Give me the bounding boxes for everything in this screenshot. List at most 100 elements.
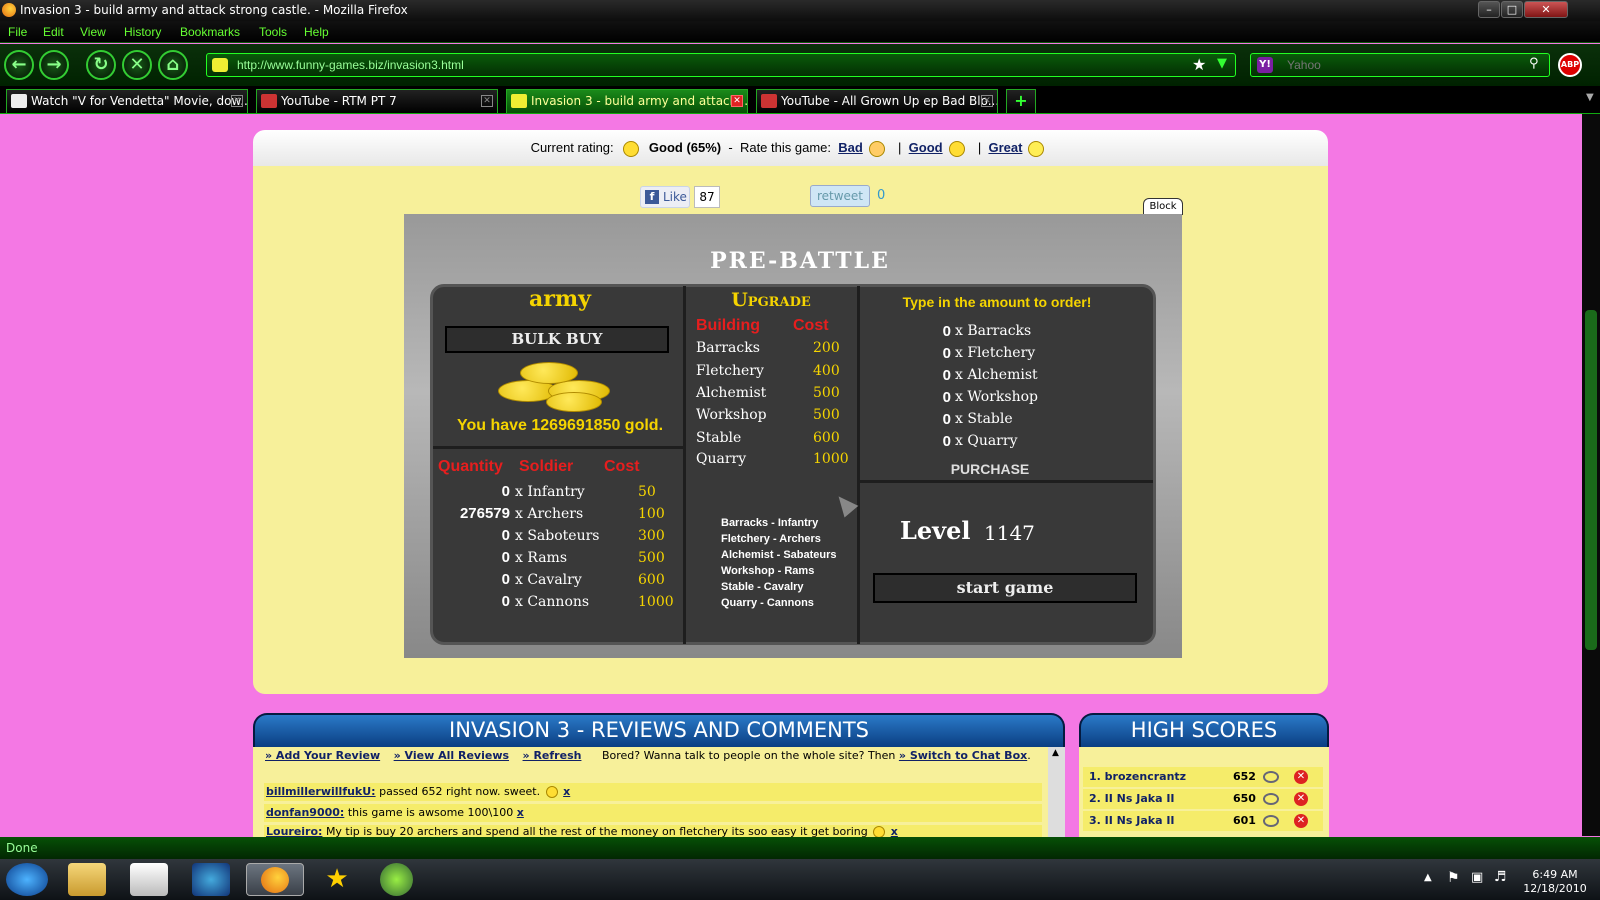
reload-icon[interactable]: ↻ (86, 50, 116, 80)
quarry-order-input[interactable]: 0 (915, 433, 951, 450)
internet-explorer-icon[interactable] (192, 863, 230, 896)
infantry-quantity-input[interactable]: 0 (430, 483, 510, 500)
workshop-order-input[interactable]: 0 (915, 389, 951, 406)
new-tab-button[interactable]: + (1006, 89, 1036, 113)
refresh-link[interactable]: » Refresh (523, 749, 582, 762)
close-tab-icon[interactable]: ✕ (731, 95, 743, 107)
go-arrow-icon[interactable]: ▼ (1217, 56, 1227, 71)
remove-x-icon[interactable]: ✕ (1294, 792, 1308, 806)
review-user-link[interactable]: donfan9000: (266, 806, 344, 819)
workshop-upgrade-label[interactable]: Workshop (696, 407, 767, 423)
high-score-player-link[interactable]: 3. II Ns Jaka II (1083, 814, 1175, 827)
page-scrollbar-thumb[interactable] (1585, 310, 1597, 650)
block-button[interactable]: Block (1143, 198, 1183, 215)
adblock-plus-icon[interactable]: ABP (1558, 53, 1582, 77)
rate-great-link[interactable]: Great (988, 140, 1022, 155)
menu-help[interactable]: Help (304, 25, 329, 39)
close-window-button[interactable]: ✕ (1524, 1, 1568, 18)
home-icon[interactable]: ⌂ (158, 50, 188, 80)
facebook-like-button[interactable]: f Like (640, 186, 690, 208)
close-tab-icon[interactable]: ✕ (481, 95, 493, 107)
panel-divider (683, 286, 686, 644)
fletchery-order-input[interactable]: 0 (915, 345, 951, 362)
bookmark-star-icon[interactable]: ★ (1192, 55, 1206, 74)
search-bar[interactable]: Y! ⚲ (1250, 53, 1550, 77)
rams-quantity-input[interactable]: 0 (430, 549, 510, 566)
stable-order-input[interactable]: 0 (915, 411, 951, 428)
menu-view[interactable]: View (80, 25, 106, 39)
view-eye-icon[interactable] (1263, 815, 1279, 827)
forward-arrow-icon[interactable]: → (39, 50, 69, 80)
view-all-reviews-link[interactable]: » View All Reviews (394, 749, 509, 762)
menu-bookmarks[interactable]: Bookmarks (180, 25, 240, 39)
rate-bad-link[interactable]: Bad (838, 140, 863, 155)
archers-quantity-input[interactable]: 276579 (430, 505, 510, 522)
add-review-link[interactable]: » Add Your Review (265, 749, 380, 762)
view-eye-icon[interactable] (1263, 793, 1279, 805)
stop-icon[interactable]: ✕ (122, 50, 152, 80)
barracks-order-input[interactable]: 0 (915, 323, 951, 340)
menu-edit[interactable]: Edit (43, 25, 64, 39)
minimize-button[interactable]: – (1478, 1, 1500, 18)
tab-vendetta[interactable]: Watch "V for Vendetta" Movie, dow... ✕ (6, 89, 248, 113)
delete-review-link[interactable]: x (891, 825, 898, 837)
saboteurs-quantity-input[interactable]: 0 (430, 527, 510, 544)
high-score-player-link[interactable]: 1. brozencrantz (1083, 770, 1186, 783)
alchemist-upgrade-label[interactable]: Alchemist (696, 385, 766, 401)
close-tab-icon[interactable]: ✕ (981, 95, 993, 107)
reviews-scrollbar[interactable] (1048, 747, 1065, 837)
menu-file[interactable]: File (8, 25, 27, 39)
bulk-buy-button[interactable]: BULK BUY (445, 326, 669, 353)
show-hidden-icons-icon[interactable]: ▲ (1424, 872, 1432, 883)
maximize-button[interactable]: □ (1501, 1, 1523, 18)
menu-history[interactable]: History (124, 25, 161, 39)
volume-icon[interactable]: ♬ (1494, 869, 1507, 885)
search-input[interactable] (1287, 56, 1517, 74)
delete-review-link[interactable]: x (517, 806, 524, 819)
quarry-upgrade-label[interactable]: Quarry (696, 451, 746, 467)
file-explorer-icon[interactable] (68, 863, 106, 896)
high-score-player-link[interactable]: 2. II Ns Jaka II (1083, 792, 1175, 805)
close-tab-icon[interactable]: ✕ (231, 95, 243, 107)
firefox-taskbar-button[interactable] (246, 863, 304, 896)
network-icon[interactable]: ▣ (1471, 870, 1483, 885)
search-icon[interactable]: ⚲ (1529, 56, 1539, 71)
scroll-up-arrow-icon[interactable]: ▲ (1052, 748, 1059, 758)
url-input[interactable] (237, 56, 1137, 74)
app-globe-icon[interactable] (380, 863, 413, 896)
remove-x-icon[interactable]: ✕ (1294, 770, 1308, 784)
tab-list-chevron-down-icon[interactable]: ▼ (1586, 92, 1594, 103)
status-text: Done (6, 841, 38, 855)
rams-cost: 500 (638, 550, 665, 566)
url-bar[interactable]: ★ ▼ (206, 53, 1236, 77)
grin-face-icon[interactable] (1028, 140, 1045, 157)
cool-face-icon[interactable] (948, 140, 965, 157)
alchemist-order-input[interactable]: 0 (915, 367, 951, 384)
menu-tools[interactable]: Tools (259, 25, 287, 39)
view-eye-icon[interactable] (1263, 771, 1279, 783)
delete-review-link[interactable]: x (563, 785, 570, 798)
action-center-flag-icon[interactable]: ⚑ (1447, 870, 1460, 886)
tab-youtube-rtm[interactable]: YouTube - RTM PT 7 ✕ (256, 89, 498, 113)
sad-face-icon[interactable] (868, 140, 885, 157)
stable-upgrade-label[interactable]: Stable (696, 430, 741, 446)
rate-good-link[interactable]: Good (909, 140, 943, 155)
start-button-icon[interactable] (6, 863, 48, 896)
start-game-button[interactable]: start game (873, 573, 1137, 603)
switch-to-chat-link[interactable]: » Switch to Chat Box (899, 749, 1027, 762)
tab-invasion3[interactable]: Invasion 3 - build army and attack... ✕ (506, 89, 748, 113)
tab-youtube-all-grown-up[interactable]: YouTube - All Grown Up ep Bad Blo... ✕ (756, 89, 998, 113)
back-arrow-icon[interactable]: ← (4, 50, 34, 80)
system-clock[interactable]: 6:49 AM 12/18/2010 (1520, 868, 1590, 896)
retweet-button[interactable]: retweet (810, 185, 870, 207)
remove-x-icon[interactable]: ✕ (1294, 814, 1308, 828)
fletchery-upgrade-label[interactable]: Fletchery (696, 363, 764, 379)
review-user-link[interactable]: Loureiro: (266, 825, 322, 837)
notepad-icon[interactable] (130, 863, 168, 896)
cannons-quantity-input[interactable]: 0 (430, 593, 510, 610)
cavalry-quantity-input[interactable]: 0 (430, 571, 510, 588)
review-user-link[interactable]: billmillerwillfukU: (266, 785, 376, 798)
purchase-button[interactable]: PURCHASE (935, 461, 1045, 477)
aim-running-man-icon[interactable]: ★ (318, 863, 356, 896)
barracks-upgrade-label[interactable]: Barracks (696, 340, 760, 356)
